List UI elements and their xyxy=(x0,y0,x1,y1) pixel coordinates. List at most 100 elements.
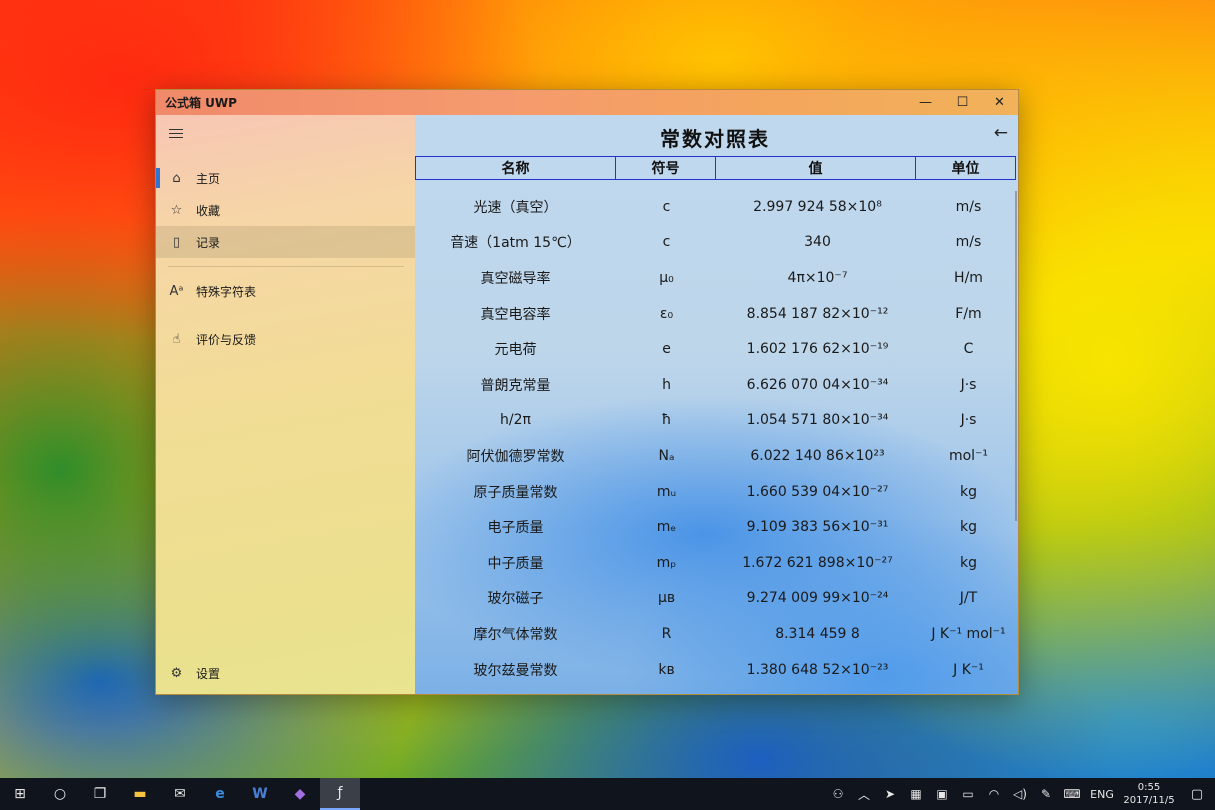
column-header-value: 值 xyxy=(715,156,916,180)
tablet-icon[interactable]: ▦ xyxy=(903,787,929,801)
clock[interactable]: 0:55 2017/11/5 xyxy=(1119,781,1179,807)
cell-symbol: mₑ xyxy=(656,519,677,536)
cell-unit: J K⁻¹ xyxy=(953,661,984,678)
table-row[interactable]: 真空电容率 ε₀ 8.854 187 82×10⁻¹² F/m xyxy=(415,296,1018,332)
cell-value: 8.854 187 82×10⁻¹² xyxy=(746,305,889,322)
cell-symbol: ħ xyxy=(661,412,672,429)
clock-time: 0:55 xyxy=(1137,782,1161,793)
sidebar-item-label: 收藏 xyxy=(196,203,221,218)
cell-name: 电子质量 xyxy=(487,520,544,537)
scrollbar[interactable] xyxy=(1015,191,1017,521)
people-icon[interactable]: ⚇ xyxy=(825,787,851,801)
hamburger-menu-icon[interactable] xyxy=(169,129,183,139)
notification-icon[interactable]: ▢ xyxy=(1179,787,1215,802)
volume-icon[interactable]: ◁) xyxy=(1007,787,1033,801)
cell-value: 1.660 539 04×10⁻²⁷ xyxy=(746,483,889,500)
cell-symbol: mₚ xyxy=(656,554,677,571)
cell-symbol: mᵤ xyxy=(656,483,677,500)
cell-symbol: μ₀ xyxy=(659,269,674,286)
minimize-button[interactable]: — xyxy=(907,90,944,115)
taskbar: ⊞ ○ ❐ ▬ ✉ e W ◆ ƒ ⚇ ︿ ➤ ▦ ▣ ▭ ◠ ◁) ✎ ⌨ E… xyxy=(0,778,1215,810)
title-bar[interactable]: 公式箱 UWP — ☐ ✕ xyxy=(156,90,1018,115)
cell-name: 真空电容率 xyxy=(480,306,551,323)
back-arrow-icon[interactable]: ← xyxy=(994,123,1008,143)
cell-name: 原子质量常数 xyxy=(473,484,558,501)
task-view-icon[interactable]: ❐ xyxy=(80,778,120,810)
cell-unit: C xyxy=(963,341,974,358)
formula-box-app-icon[interactable]: ƒ xyxy=(320,778,360,810)
sidebar-item-special-chars[interactable]: Aᵃ 特殊字符表 xyxy=(156,275,415,307)
start-windows-icon[interactable]: ⊞ xyxy=(0,778,40,810)
cell-name: 光速（真空） xyxy=(473,199,558,216)
table-row[interactable]: 音速（1atm 15℃） c 340 m/s xyxy=(415,225,1018,261)
constants-table: 光速（真空） c 2.997 924 58×10⁸ m/s 音速（1atm 15℃） c 3… xyxy=(415,189,1018,688)
pen-icon[interactable]: ✎ xyxy=(1033,787,1059,801)
chevron-up-icon[interactable]: ︿ xyxy=(851,786,877,803)
cell-name: 玻尔磁子 xyxy=(487,591,544,608)
table-row[interactable]: 电子质量 mₑ 9.109 383 56×10⁻³¹ kg xyxy=(415,509,1018,545)
cell-unit: m/s xyxy=(955,234,982,251)
cell-name: h/2π xyxy=(500,412,531,429)
send-icon[interactable]: ➤ xyxy=(877,787,903,801)
table-row[interactable]: 玻尔磁子 μʙ 9.274 009 99×10⁻²⁴ J/T xyxy=(415,581,1018,617)
edge-browser-icon[interactable]: e xyxy=(200,778,240,810)
maximize-button[interactable]: ☐ xyxy=(944,90,981,115)
word-icon[interactable]: W xyxy=(240,778,280,810)
cell-symbol: Nₐ xyxy=(658,447,675,464)
cell-unit: J/T xyxy=(959,590,978,607)
language-indicator[interactable]: ENG xyxy=(1085,788,1119,801)
sidebar-item-home[interactable]: ⌂ 主页 xyxy=(156,162,415,194)
display-icon[interactable]: ▣ xyxy=(929,787,955,801)
sidebar-item-label: 特殊字符表 xyxy=(196,284,257,299)
history-icon: ▯ xyxy=(172,234,181,250)
cortana-search-icon[interactable]: ○ xyxy=(40,778,80,810)
cell-name: 音速（1atm 15℃） xyxy=(450,235,581,252)
file-explorer-icon[interactable]: ▬ xyxy=(120,778,160,810)
column-header-unit: 单位 xyxy=(915,156,1016,180)
cell-unit: mol⁻¹ xyxy=(948,447,989,464)
table-row[interactable]: 原子质量常数 mᵤ 1.660 539 04×10⁻²⁷ kg xyxy=(415,474,1018,510)
cell-name: 摩尔气体常数 xyxy=(473,626,558,643)
window-title: 公式箱 UWP xyxy=(165,96,237,110)
cell-value: 6.626 070 04×10⁻³⁴ xyxy=(746,376,889,393)
table-row[interactable]: 普朗克常量 h 6.626 070 04×10⁻³⁴ J·s xyxy=(415,367,1018,403)
cell-value: 2.997 924 58×10⁸ xyxy=(753,198,882,215)
app-window: 公式箱 UWP — ☐ ✕ ⌂ 主页 ☆ 收藏 ▯ 记录 Aᵃ 特殊字符表 ☝ … xyxy=(155,89,1019,695)
feedback-icon: ☝ xyxy=(172,331,181,347)
gear-icon: ⚙ xyxy=(170,665,183,681)
page-title: 常数对照表 xyxy=(660,127,770,151)
table-row[interactable]: h/2π ħ 1.054 571 80×10⁻³⁴ J·s xyxy=(415,403,1018,439)
cell-symbol: kʙ xyxy=(658,661,675,678)
table-row[interactable]: 阿伏伽德罗常数 Nₐ 6.022 140 86×10²³ mol⁻¹ xyxy=(415,438,1018,474)
star-icon: ☆ xyxy=(170,202,183,218)
cell-symbol: μʙ xyxy=(657,590,676,607)
column-header-name: 名称 xyxy=(415,156,616,180)
cell-unit: kg xyxy=(960,554,977,571)
table-row[interactable]: 光速（真空） c 2.997 924 58×10⁸ m/s xyxy=(415,189,1018,225)
table-row[interactable]: 玻尔兹曼常数 kʙ 1.380 648 52×10⁻²³ J K⁻¹ xyxy=(415,652,1018,688)
cell-symbol: ε₀ xyxy=(659,305,674,322)
battery-icon[interactable]: ▭ xyxy=(955,787,981,801)
cell-name: 中子质量 xyxy=(487,555,544,572)
sidebar-item-history[interactable]: ▯ 记录 xyxy=(156,226,415,258)
wifi-icon[interactable]: ◠ xyxy=(981,787,1007,801)
cell-value: 9.274 009 99×10⁻²⁴ xyxy=(746,590,889,607)
sidebar-item-label: 记录 xyxy=(196,235,221,250)
cell-name: 阿伏伽德罗常数 xyxy=(466,448,565,465)
table-row[interactable]: 元电荷 e 1.602 176 62×10⁻¹⁹ C xyxy=(415,331,1018,367)
mail-icon[interactable]: ✉ xyxy=(160,778,200,810)
table-row[interactable]: 摩尔气体常数 R 8.314 459 8 J K⁻¹ mol⁻¹ xyxy=(415,616,1018,652)
table-row[interactable]: 真空磁导率 μ₀ 4π×10⁻⁷ H/m xyxy=(415,260,1018,296)
sidebar-item-favorites[interactable]: ☆ 收藏 xyxy=(156,194,415,226)
cell-unit: J·s xyxy=(960,412,977,429)
cell-symbol: R xyxy=(661,625,672,642)
cell-symbol: e xyxy=(662,341,671,358)
keyboard-icon[interactable]: ⌨ xyxy=(1059,787,1085,801)
sidebar-item-settings[interactable]: ⚙ 设置 xyxy=(156,657,415,689)
cell-value: 1.602 176 62×10⁻¹⁹ xyxy=(746,341,889,358)
visual-studio-icon[interactable]: ◆ xyxy=(280,778,320,810)
table-row[interactable]: 中子质量 mₚ 1.672 621 898×10⁻²⁷ kg xyxy=(415,545,1018,581)
sidebar-item-feedback[interactable]: ☝ 评价与反馈 xyxy=(156,323,415,355)
main-content: 常数对照表 ← 名称 符号 值 单位 光速（真空） c 2.997 924 58×1… xyxy=(415,115,1018,694)
close-button[interactable]: ✕ xyxy=(981,90,1018,115)
